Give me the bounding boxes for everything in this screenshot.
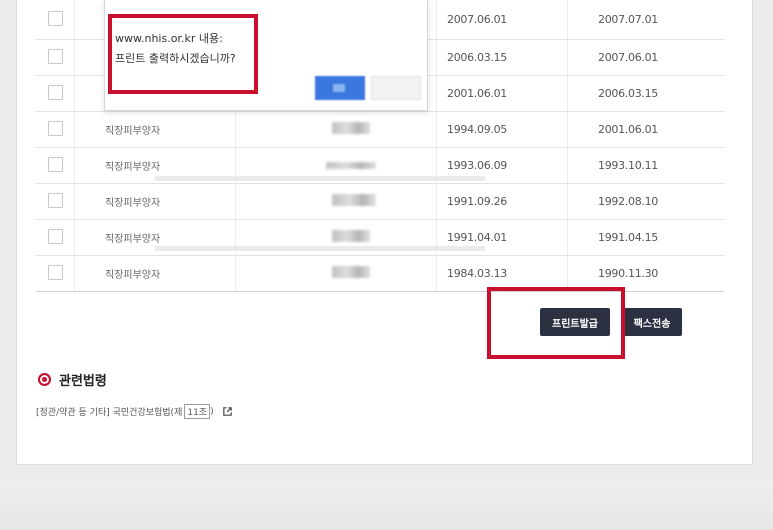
- end-date-cell: 1992.08.10: [567, 183, 724, 220]
- law-link-text: [정관/약관 등 기타] 국민건강보험법(제: [36, 408, 183, 418]
- print-button-highlight-box: [487, 287, 625, 359]
- end-date-cell: 2001.06.01: [567, 111, 724, 148]
- row-checkbox[interactable]: [47, 264, 63, 280]
- bottom-band: [0, 480, 773, 530]
- redacted-name: [326, 162, 376, 169]
- dialog-ok-button[interactable]: [315, 76, 365, 100]
- dialog-highlight-box: [108, 14, 258, 94]
- type-cell: 직장피부양자: [74, 183, 236, 220]
- row-checkbox[interactable]: [47, 84, 63, 100]
- start-date-cell: 2006.03.15: [436, 39, 568, 76]
- law-link[interactable]: [정관/약관 등 기타] 국민건강보험법(제 11조 ): [36, 404, 233, 419]
- overlay-band: [155, 176, 485, 181]
- table-row: 직장피부양자 1994.09.05 2001.06.01: [36, 111, 724, 148]
- row-checkbox[interactable]: [47, 10, 63, 26]
- end-date-cell: 2006.03.15: [567, 75, 724, 112]
- external-link-icon[interactable]: [222, 406, 233, 417]
- redacted-name: [332, 230, 370, 242]
- row-checkbox[interactable]: [47, 228, 63, 244]
- end-date-cell: 2007.07.01: [567, 0, 724, 40]
- row-checkbox[interactable]: [47, 192, 63, 208]
- row-checkbox[interactable]: [47, 48, 63, 64]
- start-date-cell: 1991.09.26: [436, 183, 568, 220]
- type-cell: 직장피부양자: [74, 111, 236, 148]
- end-date-cell: 1991.04.15: [567, 219, 724, 256]
- end-date-cell: 2007.06.01: [567, 39, 724, 76]
- location-pin-icon: [38, 373, 51, 386]
- end-date-cell: 1993.10.11: [567, 147, 724, 184]
- start-date-cell: 2007.06.01: [436, 0, 568, 40]
- table-row: 직장피부양자 1991.09.26 1992.08.10: [36, 183, 724, 220]
- dialog-cancel-button[interactable]: [371, 76, 421, 100]
- start-date-cell: 1994.09.05: [436, 111, 568, 148]
- row-checkbox[interactable]: [47, 156, 63, 172]
- fax-send-button[interactable]: 팩스전송: [622, 308, 682, 336]
- related-laws-heading: 관련법령: [38, 370, 107, 389]
- related-laws-title: 관련법령: [59, 374, 107, 389]
- redacted-name: [332, 194, 376, 206]
- type-cell: 직장피부양자: [74, 255, 236, 292]
- law-link-suffix: ): [210, 406, 214, 417]
- overlay-band: [155, 246, 485, 251]
- row-checkbox[interactable]: [47, 120, 63, 136]
- start-date-cell: 2001.06.01: [436, 75, 568, 112]
- law-article-number: 11조: [184, 404, 211, 419]
- redacted-name: [332, 122, 370, 134]
- redacted-name: [332, 266, 370, 278]
